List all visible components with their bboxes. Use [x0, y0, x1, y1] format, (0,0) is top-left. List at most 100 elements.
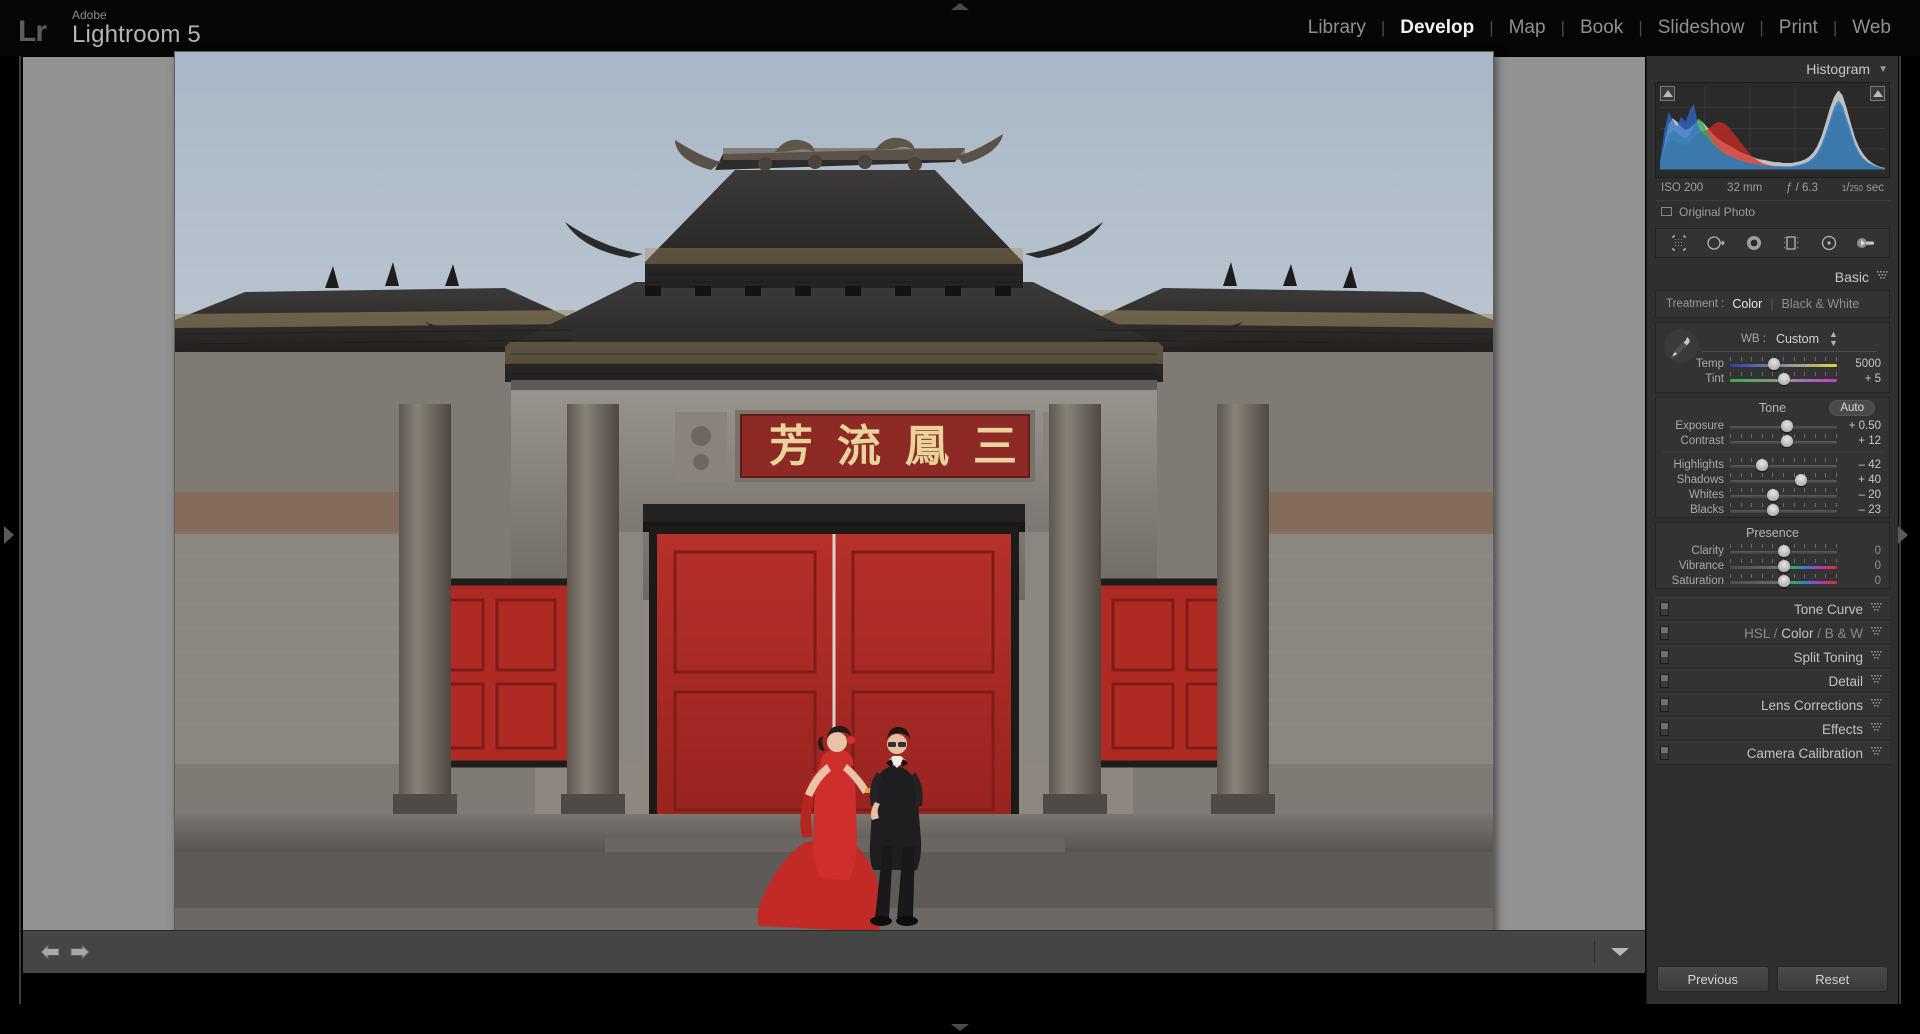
slider-highlights-knob[interactable] [1756, 459, 1769, 471]
slider-clarity-track[interactable] [1730, 543, 1837, 558]
module-print[interactable]: Print [1764, 17, 1833, 39]
panel-twirl-icon[interactable] [1871, 651, 1882, 663]
slider-exposure-knob[interactable] [1780, 420, 1793, 432]
slider-tint-knob[interactable] [1777, 373, 1790, 385]
histogram[interactable] [1655, 82, 1890, 178]
basic-panel-header[interactable]: Basic [1647, 264, 1898, 290]
panel-enable-switch[interactable] [1660, 650, 1669, 664]
original-photo-checkbox-icon[interactable] [1661, 207, 1672, 216]
slider-highlights[interactable]: Highlights – 42 [1656, 457, 1889, 472]
slider-exposure[interactable]: Exposure + 0.50 [1656, 418, 1889, 433]
slider-temp-knob[interactable] [1767, 358, 1780, 370]
identity-plate[interactable]: Adobe Lightroom 5 [72, 9, 201, 47]
module-web[interactable]: Web [1837, 17, 1906, 39]
red-eye-correction-tool[interactable] [1741, 232, 1767, 254]
module-library[interactable]: Library [1293, 17, 1381, 39]
slider-shadows[interactable]: Shadows + 40 [1656, 472, 1889, 487]
slider-vibrance-value[interactable]: 0 [1843, 560, 1881, 572]
module-develop[interactable]: Develop [1385, 17, 1489, 39]
panel-header-camera-calibration[interactable]: Camera Calibration [1655, 741, 1890, 765]
panel-header-detail[interactable]: Detail [1655, 669, 1890, 693]
panel-enable-switch[interactable] [1660, 602, 1669, 616]
module-slideshow[interactable]: Slideshow [1643, 17, 1760, 39]
slider-whites-track[interactable] [1730, 487, 1837, 502]
slider-shadows-knob[interactable] [1794, 474, 1807, 486]
panel-title-part[interactable]: HSL [1744, 626, 1770, 641]
previous-button[interactable]: Previous [1657, 966, 1769, 992]
panel-twirl-icon[interactable] [1871, 603, 1882, 615]
shadow-clipping-indicator-icon[interactable] [1660, 86, 1675, 101]
wb-updown-chevron-icon[interactable]: ▲ ▼ [1829, 330, 1838, 348]
panel-twirl-icon[interactable] [1871, 627, 1882, 639]
panel-twirl-icon[interactable] [1871, 723, 1882, 735]
next-photo-right-arrow-icon[interactable] [69, 943, 91, 961]
panel-enable-switch[interactable] [1660, 626, 1669, 640]
slider-tint-track[interactable] [1730, 371, 1837, 386]
slider-exposure-track[interactable] [1730, 418, 1837, 433]
panel-twirl-icon[interactable] [1871, 699, 1882, 711]
slider-shadows-value[interactable]: + 40 [1843, 474, 1881, 486]
original-photo-toggle[interactable]: Original Photo [1655, 200, 1890, 222]
treatment-option-black-and-white[interactable]: Black & White [1782, 297, 1860, 311]
slider-vibrance[interactable]: Vibrance 0 [1656, 558, 1889, 573]
slider-exposure-value[interactable]: + 0.50 [1843, 420, 1881, 432]
panel-header-split-toning[interactable]: Split Toning [1655, 645, 1890, 669]
spot-removal-tool[interactable] [1703, 232, 1729, 254]
module-map[interactable]: Map [1494, 17, 1561, 39]
filmstrip-toggle-chevron-up-icon[interactable] [951, 1024, 969, 1031]
slider-whites-value[interactable]: – 20 [1843, 489, 1881, 501]
panel-header-lens-corrections[interactable]: Lens Corrections [1655, 693, 1890, 717]
slider-contrast-value[interactable]: + 12 [1843, 435, 1881, 447]
auto-tone-button[interactable]: Auto [1829, 400, 1875, 416]
slider-clarity-value[interactable]: 0 [1843, 545, 1881, 557]
top-panel-toggle-chevron-up-icon[interactable] [951, 3, 969, 10]
panel-title-part[interactable]: B & W [1825, 626, 1863, 641]
panel-header-tone-curve[interactable]: Tone Curve [1655, 597, 1890, 621]
slider-highlights-value[interactable]: – 42 [1843, 459, 1881, 471]
panel-enable-switch[interactable] [1660, 722, 1669, 736]
histogram-panel-header[interactable]: Histogram ▼ [1647, 56, 1898, 82]
slider-tint[interactable]: Tint + 5 [1656, 371, 1889, 386]
slider-clarity[interactable]: Clarity 0 [1656, 543, 1889, 558]
slider-saturation-value[interactable]: 0 [1843, 575, 1881, 587]
panel-title-part[interactable]: Color [1781, 626, 1813, 641]
wb-preset-value[interactable]: Custom [1776, 332, 1819, 346]
develop-photo[interactable]: 三 鳳 流 芳 [175, 52, 1493, 935]
slider-vibrance-track[interactable] [1730, 558, 1837, 573]
basic-twirl-icon[interactable] [1877, 271, 1888, 283]
slider-shadows-track[interactable] [1730, 472, 1837, 487]
reset-button[interactable]: Reset [1776, 966, 1888, 992]
slider-temp-track[interactable] [1730, 356, 1837, 371]
panel-enable-switch[interactable] [1660, 698, 1669, 712]
slider-blacks-track[interactable] [1730, 502, 1837, 517]
slider-saturation-knob[interactable] [1777, 575, 1790, 587]
slider-contrast-knob[interactable] [1780, 435, 1793, 447]
radial-filter-tool[interactable] [1816, 232, 1842, 254]
panel-enable-switch[interactable] [1660, 674, 1669, 688]
crop-overlay-tool[interactable] [1666, 232, 1692, 254]
photo-stage[interactable]: 三 鳳 流 芳 [23, 52, 1645, 935]
slider-saturation-track[interactable] [1730, 573, 1837, 588]
slider-contrast-track[interactable] [1730, 433, 1837, 448]
slider-blacks[interactable]: Blacks – 23 [1656, 502, 1889, 517]
adjustment-brush-tool[interactable] [1853, 232, 1879, 254]
panel-twirl-icon[interactable] [1871, 675, 1882, 687]
slider-vibrance-knob[interactable] [1777, 560, 1790, 572]
white-balance-selector-eyedropper-icon[interactable] [1664, 329, 1698, 363]
slider-clarity-knob[interactable] [1777, 545, 1790, 557]
previous-photo-left-arrow-icon[interactable] [39, 943, 61, 961]
toolbar-options-chevron-down-icon[interactable] [1611, 948, 1629, 956]
histogram-twirl-icon[interactable]: ▼ [1878, 64, 1888, 75]
graduated-filter-tool[interactable] [1778, 232, 1804, 254]
module-book[interactable]: Book [1565, 17, 1638, 39]
slider-blacks-value[interactable]: – 23 [1843, 504, 1881, 516]
white-balance-row[interactable]: WB : Custom ▲ ▼ [1690, 329, 1889, 349]
slider-highlights-track[interactable] [1730, 457, 1837, 472]
panel-enable-switch[interactable] [1660, 746, 1669, 760]
slider-blacks-knob[interactable] [1766, 504, 1779, 516]
slider-whites[interactable]: Whites – 20 [1656, 487, 1889, 502]
panel-twirl-icon[interactable] [1871, 747, 1882, 759]
slider-contrast[interactable]: Contrast + 12 [1656, 433, 1889, 448]
panel-header-effects[interactable]: Effects [1655, 717, 1890, 741]
treatment-option-color[interactable]: Color [1732, 297, 1762, 311]
